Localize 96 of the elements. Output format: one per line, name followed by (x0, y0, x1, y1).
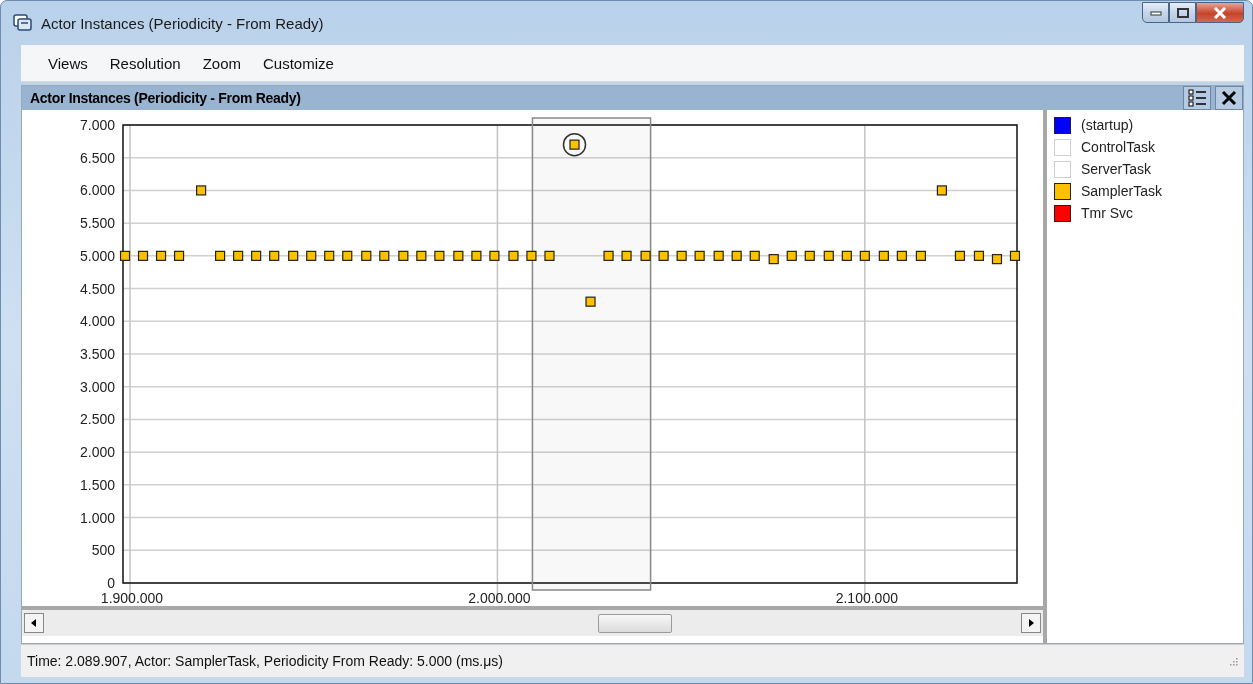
data-point[interactable] (749, 250, 760, 261)
data-point[interactable] (915, 250, 926, 261)
data-point[interactable] (973, 250, 985, 261)
close-icon (1221, 90, 1237, 106)
highlight-ring (562, 132, 587, 157)
data-point[interactable] (489, 250, 500, 261)
menu-item[interactable]: Zoom (193, 51, 250, 75)
scrollbar-thumb[interactable] (598, 614, 672, 633)
data-point[interactable] (804, 250, 815, 261)
y-axis-label: 4.500 (79, 280, 115, 297)
data-point[interactable] (398, 250, 409, 261)
legend-toggle-button[interactable] (1183, 86, 1211, 110)
legend-label: Tmr Svc (1081, 205, 1134, 221)
resize-grip-icon (1228, 656, 1238, 666)
y-axis-label: 5.000 (79, 247, 115, 264)
scroll-right-button[interactable] (1021, 613, 1041, 633)
data-point[interactable] (859, 250, 870, 261)
y-axis-label: 3.500 (79, 346, 115, 362)
legend-label: (startup) (1081, 117, 1134, 133)
maximize-button[interactable] (1169, 2, 1196, 23)
data-point[interactable] (569, 139, 580, 150)
menu-item[interactable]: Views (39, 51, 97, 75)
data-point[interactable] (640, 250, 651, 261)
legend-label: ServerTask (1081, 161, 1152, 177)
data-point[interactable] (954, 250, 966, 261)
right-arrow-icon (1028, 619, 1034, 627)
y-axis-label: 1.000 (79, 509, 115, 526)
data-point[interactable] (878, 250, 889, 261)
y-axis-label: 2.500 (79, 411, 115, 428)
data-point[interactable] (471, 250, 482, 261)
data-point[interactable] (1009, 250, 1021, 261)
data-point[interactable] (768, 254, 779, 265)
data-point[interactable] (603, 250, 614, 261)
data-point[interactable] (694, 250, 705, 261)
data-point[interactable] (196, 185, 207, 196)
x-axis-label: 2.100.000 (835, 590, 898, 606)
y-axis-label: 0 (107, 575, 115, 591)
app-icon (13, 14, 33, 32)
menu-item[interactable]: Customize (254, 51, 343, 75)
data-point[interactable] (251, 250, 262, 261)
data-point[interactable] (137, 250, 149, 261)
data-point[interactable] (173, 250, 185, 261)
data-point[interactable] (342, 250, 353, 261)
data-point[interactable] (379, 250, 390, 261)
y-axis-label: 1.500 (79, 476, 115, 493)
y-axis-label: 3.000 (79, 378, 115, 395)
data-point[interactable] (676, 250, 687, 261)
y-axis-label: 4.000 (79, 313, 115, 330)
y-axis-label: 6.500 (79, 149, 115, 166)
data-point[interactable] (416, 250, 427, 261)
panel-title: Actor Instances (Periodicity - From Ready) (30, 90, 301, 106)
close-button[interactable] (1196, 2, 1244, 23)
data-point[interactable] (288, 250, 299, 261)
minimize-button[interactable] (1142, 2, 1169, 23)
y-axis-label: 2.000 (79, 444, 115, 461)
data-point[interactable] (896, 250, 907, 261)
x-axis-label: 1.900.000 (100, 590, 164, 606)
y-axis-label: 6.000 (79, 182, 115, 199)
data-point[interactable] (786, 250, 797, 261)
x-axis-label: 2.000.000 (468, 590, 531, 606)
maximize-icon (1176, 7, 1189, 18)
data-point[interactable] (658, 250, 669, 261)
legend-label: ControlTask (1081, 139, 1155, 155)
data-point[interactable] (731, 250, 742, 261)
data-point[interactable] (621, 250, 632, 261)
close-button[interactable] (1215, 86, 1243, 110)
data-point[interactable] (269, 250, 280, 261)
data-point[interactable] (306, 250, 317, 261)
data-point[interactable] (119, 250, 131, 261)
data-point[interactable] (508, 250, 519, 261)
status-text: Time: 2.089.907, Actor: SamplerTask, Periodicity From Ready: 5.000 (ms.μs) (27, 653, 503, 669)
window-title: Actor Instances (Periodicity - From Ready) (41, 14, 324, 32)
data-point[interactable] (155, 250, 167, 261)
close-icon (1213, 6, 1227, 19)
data-point[interactable] (544, 250, 555, 261)
data-point[interactable] (215, 250, 226, 261)
y-axis-label: 500 (91, 542, 115, 559)
legend-label: SamplerTask (1081, 183, 1162, 199)
y-axis-label: 7.000 (79, 117, 115, 133)
data-point[interactable] (233, 250, 244, 261)
data-point[interactable] (936, 185, 947, 196)
minimize-icon (1149, 9, 1162, 16)
data-point[interactable] (434, 250, 445, 261)
data-point[interactable] (823, 250, 834, 261)
data-point[interactable] (841, 250, 852, 261)
data-point[interactable] (324, 250, 335, 261)
scroll-left-button[interactable] (24, 613, 44, 633)
y-axis-label: 5.500 (79, 215, 115, 232)
list-icon (1187, 89, 1207, 107)
data-point[interactable] (453, 250, 464, 261)
data-point[interactable] (361, 250, 372, 261)
data-point[interactable] (991, 254, 1003, 265)
menu-item[interactable]: Resolution (100, 51, 190, 75)
left-arrow-icon (31, 619, 37, 627)
data-point[interactable] (713, 250, 724, 261)
data-point[interactable] (526, 250, 537, 261)
